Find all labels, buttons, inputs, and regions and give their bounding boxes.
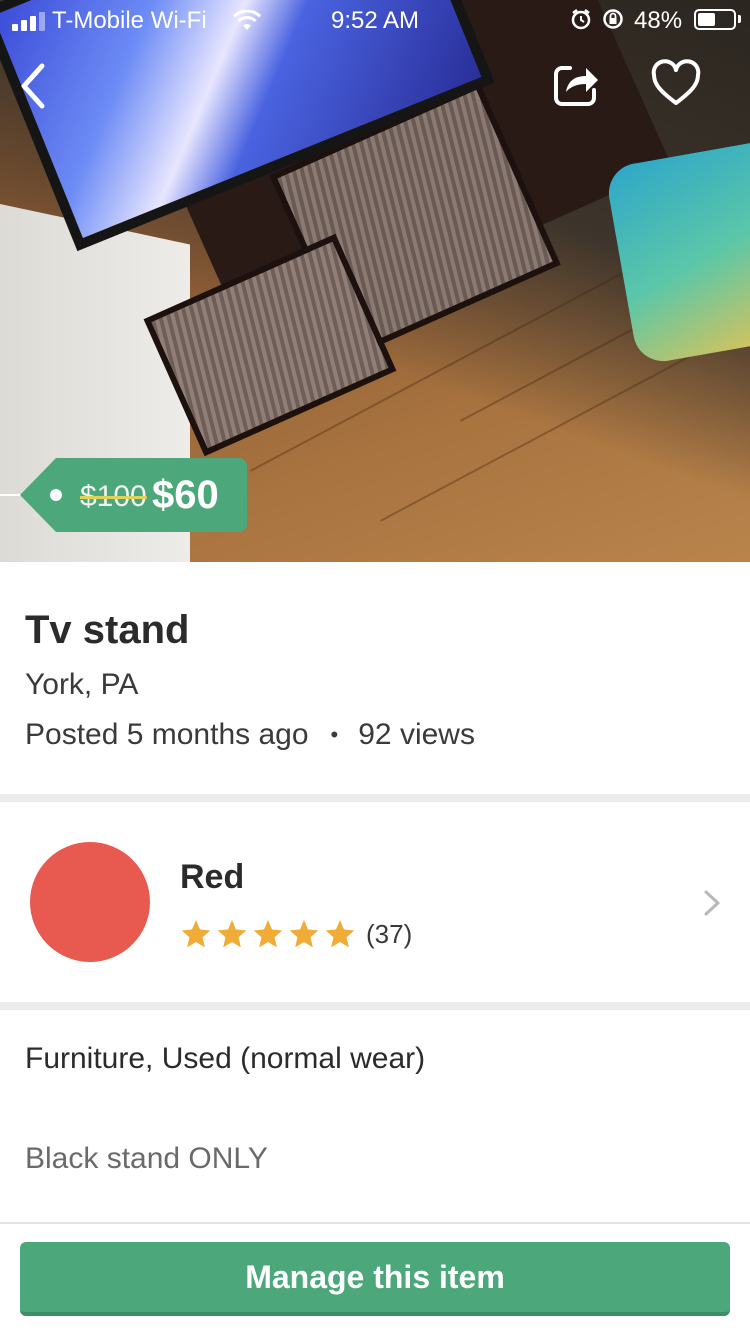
- view-count: 92 views: [358, 718, 475, 751]
- price-tag: $100 $60: [0, 458, 247, 532]
- seller-name: Red: [180, 858, 245, 896]
- listing-info: Tv stand York, PA Posted 5 months ago • …: [0, 562, 750, 794]
- seller-row[interactable]: Red (37): [0, 802, 750, 1002]
- star-icon: [325, 920, 355, 948]
- alarm-icon: [571, 9, 591, 30]
- heart-icon[interactable]: [650, 58, 702, 110]
- star-icon: [289, 920, 319, 948]
- sale-price: $60: [152, 473, 219, 517]
- original-price: $100: [80, 480, 147, 513]
- listing-details: Furniture, Used (normal wear) Black stan…: [0, 1010, 750, 1222]
- back-chevron-icon[interactable]: [10, 56, 60, 116]
- seller-avatar[interactable]: [30, 842, 150, 962]
- listing-meta: Posted 5 months ago • 92 views: [25, 718, 475, 752]
- posted-time: Posted 5 months ago: [25, 718, 309, 751]
- meta-separator: •: [330, 722, 339, 747]
- section-divider: [0, 794, 750, 802]
- manage-item-button[interactable]: Manage this item: [20, 1242, 730, 1316]
- seller-rating: (37): [180, 918, 412, 950]
- listing-location: York, PA: [25, 668, 139, 701]
- item-description: Black stand ONLY: [25, 1142, 268, 1175]
- star-icon: [181, 920, 211, 948]
- section-divider: [0, 1002, 750, 1010]
- rotation-lock-icon: [603, 9, 623, 29]
- star-icon: [217, 920, 247, 948]
- listing-title: Tv stand: [25, 608, 190, 652]
- chevron-right-icon[interactable]: [700, 888, 724, 918]
- share-icon[interactable]: [550, 58, 602, 110]
- battery-icon: [694, 9, 736, 30]
- price-tag-hole: [50, 489, 62, 501]
- bottom-divider: [0, 1222, 750, 1224]
- battery-nub: [738, 15, 741, 23]
- battery-percent: 48%: [634, 7, 683, 34]
- status-bar: T-Mobile Wi-Fi 9:52 AM 48%: [0, 0, 750, 40]
- category-condition: Furniture, Used (normal wear): [25, 1042, 426, 1075]
- rating-count: (37): [366, 918, 413, 949]
- star-icon: [253, 920, 283, 948]
